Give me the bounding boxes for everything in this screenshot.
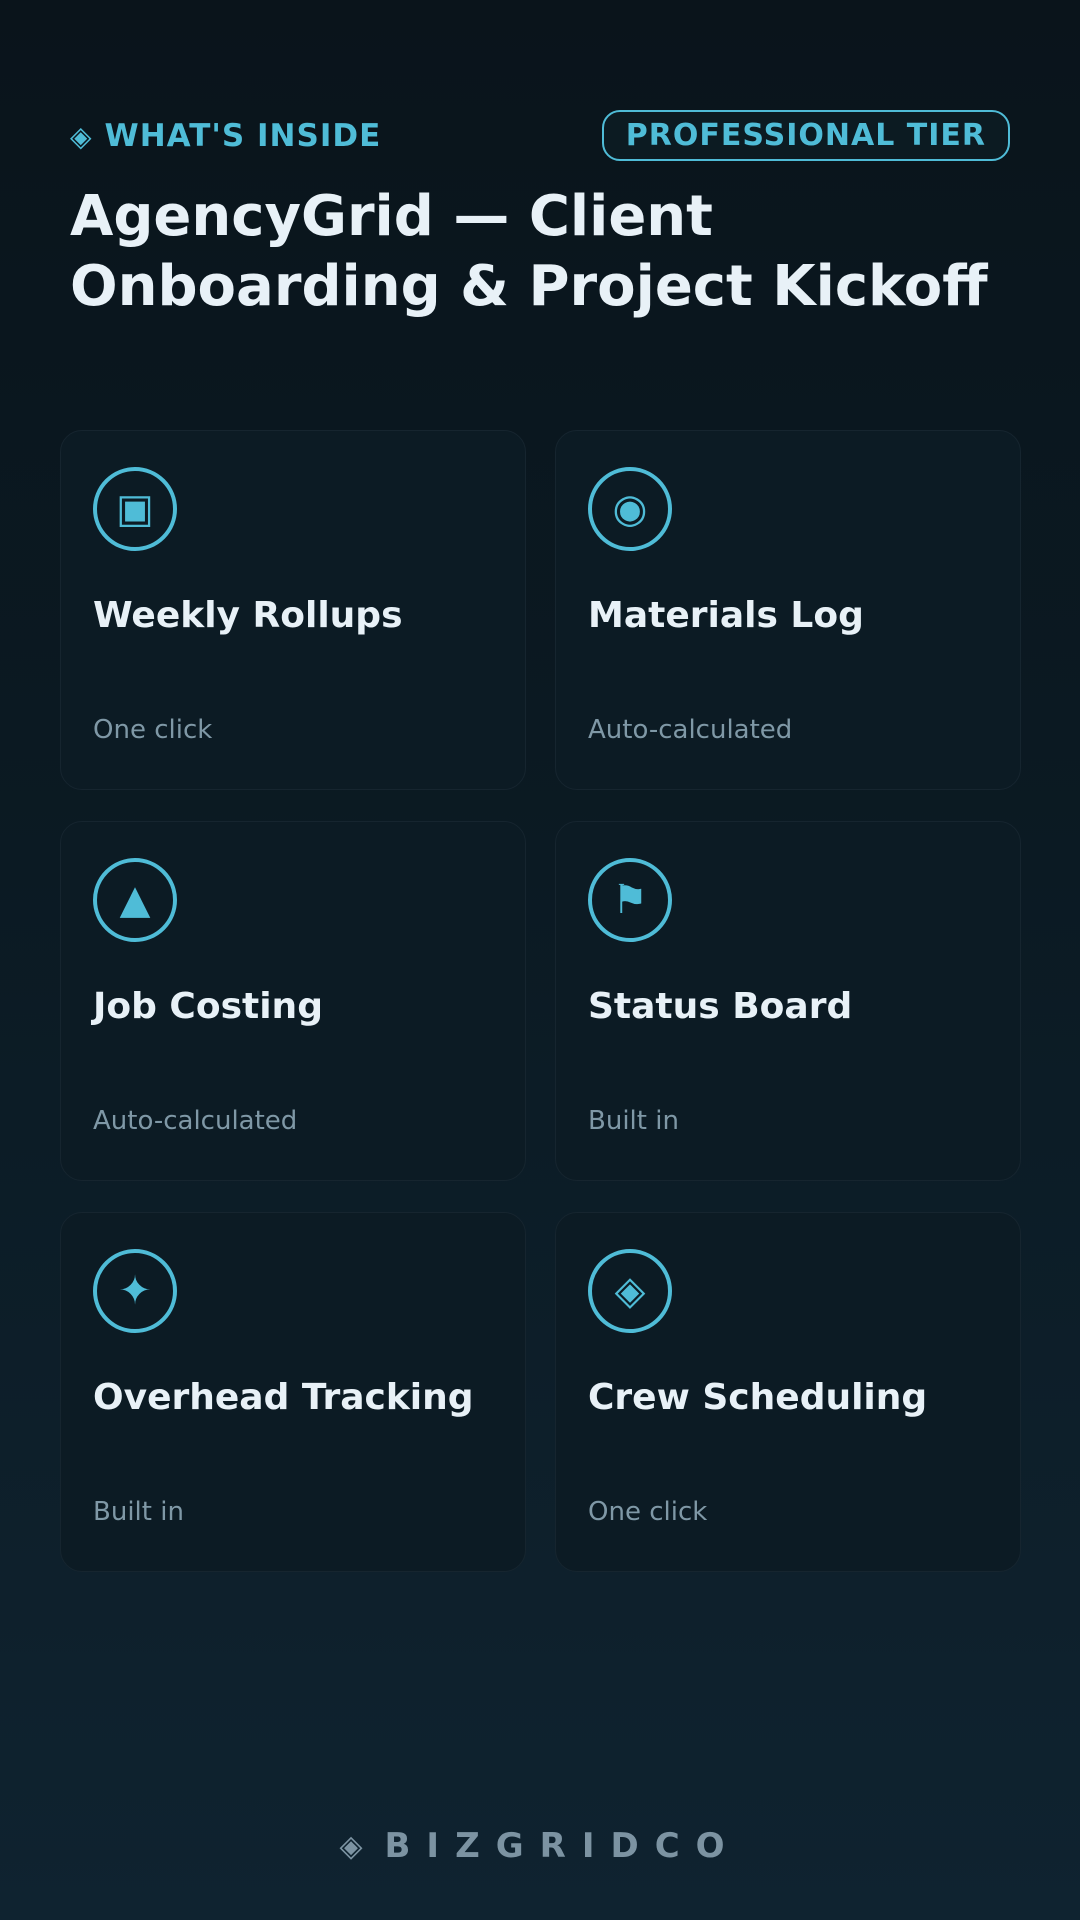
feature-subtitle: Auto-calculated [93,1106,298,1136]
feature-subtitle: Built in [588,1106,679,1136]
feature-card-materials-log: ◉ Materials Log Auto-calculated [555,430,1021,790]
feature-card-crew-scheduling: ◈ Crew Scheduling One click [555,1212,1021,1572]
feature-card-job-costing: ▲ Job Costing Auto-calculated [60,821,526,1181]
page-title: AgencyGrid — Client Onboarding & Project… [70,184,988,319]
brand-footer: ◈ BIZGRIDCO [0,1826,1080,1866]
feature-card-weekly-rollups: ▣ Weekly Rollups One click [60,430,526,790]
feature-subtitle: One click [93,715,213,745]
feature-title: Materials Log [588,595,864,636]
sparkle-star-icon: ✦ [93,1249,177,1333]
flag-icon: ⚑ [588,858,672,942]
brand-wordmark: BIZGRIDCO [384,1826,741,1866]
feature-subtitle: Auto-calculated [588,715,793,745]
diamond-icon: ◈ [339,1828,363,1864]
feature-grid: ▣ Weekly Rollups One click ◉ Materials L… [60,430,1021,1572]
feature-title: Weekly Rollups [93,595,403,636]
feature-title: Job Costing [93,986,323,1027]
square-frame-icon: ▣ [93,467,177,551]
triangle-icon: ▲ [93,858,177,942]
feature-card-status-board: ⚑ Status Board Built in [555,821,1021,1181]
diamond-icon: ◈ [588,1249,672,1333]
feature-title: Overhead Tracking [93,1377,474,1418]
section-eyebrow: ◈ WHAT'S INSIDE [70,118,381,154]
diamond-icon: ◈ [70,119,93,153]
tier-badge: PROFESSIONAL TIER [601,110,1010,161]
feature-subtitle: One click [588,1497,708,1527]
feature-card-overhead-tracking: ✦ Overhead Tracking Built in [60,1212,526,1572]
feature-title: Status Board [588,986,853,1027]
feature-subtitle: Built in [93,1497,184,1527]
target-circle-icon: ◉ [588,467,672,551]
feature-title: Crew Scheduling [588,1377,928,1418]
eyebrow-label: WHAT'S INSIDE [104,118,382,154]
